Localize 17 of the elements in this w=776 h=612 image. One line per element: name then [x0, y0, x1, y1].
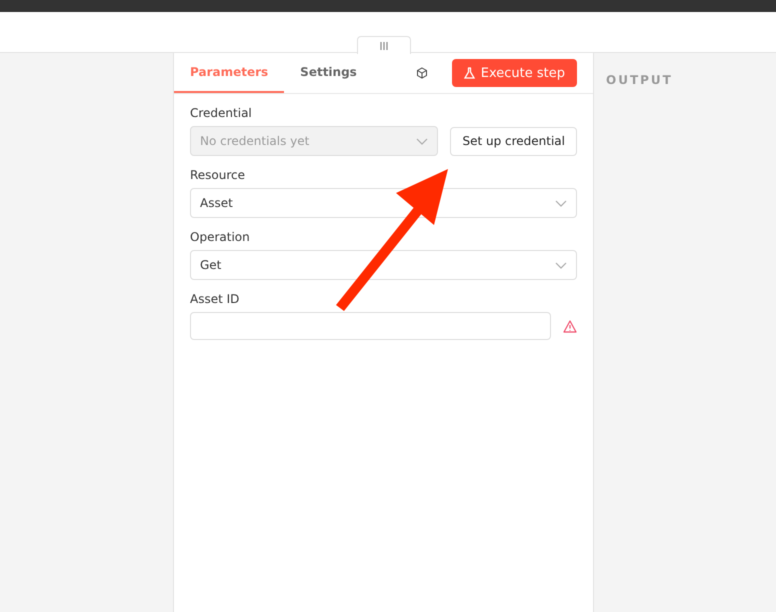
output-heading: OUTPUT	[606, 73, 673, 87]
chevron-down-icon	[416, 138, 428, 144]
cube-icon[interactable]	[416, 67, 428, 79]
flask-icon	[464, 67, 475, 79]
grip-icon	[380, 42, 388, 50]
field-label: Resource	[190, 168, 246, 182]
input-field[interactable]	[190, 312, 551, 340]
execute-step-button[interactable]: Execute step	[452, 59, 577, 87]
select-field[interactable]: Asset	[190, 188, 577, 218]
chevron-down-icon	[555, 262, 567, 268]
field-label: Operation	[190, 230, 251, 244]
chevron-down-icon	[555, 200, 567, 206]
drag-handle[interactable]	[357, 36, 411, 54]
field-label: Credential	[190, 106, 253, 120]
select-field[interactable]: Get	[190, 250, 577, 280]
field-label: Asset ID	[190, 292, 240, 306]
tab[interactable]: Settings	[284, 53, 373, 93]
